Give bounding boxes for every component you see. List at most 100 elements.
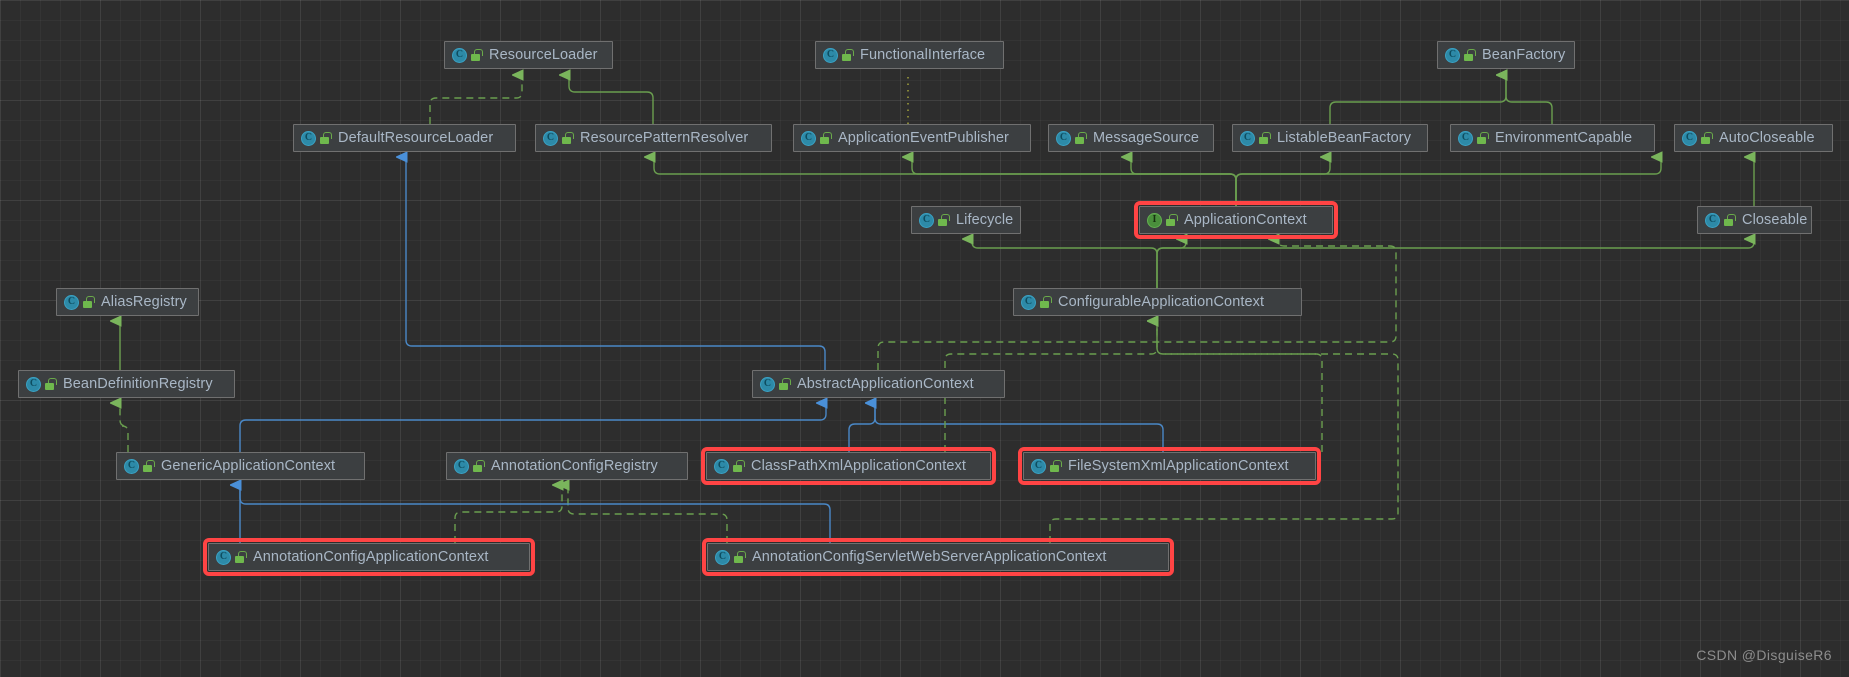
uml-diagram-canvas[interactable]: C ResourceLoader C FunctionalInterface C Bean…: [0, 0, 1849, 677]
watermark: CSDN @DisguiseR6: [1696, 647, 1832, 663]
edge-defaultResourceLoader-to-resourceLoader: [429, 75, 522, 124]
lock-icon: [733, 460, 745, 472]
class-node-fileSystemXmlApplicationContext[interactable]: C FileSystemXmlApplicationContext: [1018, 447, 1321, 485]
lock-icon: [473, 460, 485, 472]
class-icon: C: [1445, 47, 1460, 63]
lock-icon: [779, 378, 791, 390]
edge-fileSystemXmlApplicationContext-to-configurableApplicationContext: [1157, 321, 1323, 452]
lock-icon: [320, 132, 332, 144]
class-icon: C: [1031, 458, 1046, 474]
class-node-label: Closeable: [1742, 212, 1808, 228]
class-icon: C: [1021, 294, 1036, 310]
edge-genericApplicationContext-to-abstractApplicationContext: [239, 403, 826, 452]
class-node-defaultResourceLoader[interactable]: C DefaultResourceLoader: [293, 124, 516, 152]
class-node-label: ResourcePatternResolver: [580, 130, 749, 146]
class-node-label: ApplicationContext: [1184, 212, 1307, 228]
class-node-closeable[interactable]: C Closeable: [1697, 206, 1812, 234]
edge-annotationConfigServletWebServerApplicationContext-to-annotationConfigRegistry: [568, 485, 728, 543]
edge-applicationContext-to-messageSource: [1131, 157, 1237, 206]
class-node-annotationConfigRegistry[interactable]: C AnnotationConfigRegistry: [446, 452, 688, 480]
interface-icon: I: [1147, 212, 1162, 228]
lock-icon: [45, 378, 57, 390]
class-node-applicationEventPublisher[interactable]: C ApplicationEventPublisher: [793, 124, 1031, 152]
class-node-annotationConfigServletWebServerApplicationContext[interactable]: C AnnotationConfigServletWebServerApplica…: [702, 538, 1174, 576]
edge-genericApplicationContext-to-beanDefinitionRegistry: [120, 403, 129, 452]
class-node-listableBeanFactory[interactable]: C ListableBeanFactory: [1232, 124, 1428, 152]
class-node-label: AnnotationConfigRegistry: [491, 458, 658, 474]
class-node-annotationConfigApplicationContext[interactable]: C AnnotationConfigApplicationContext: [203, 538, 535, 576]
class-node-autoCloseable[interactable]: C AutoCloseable: [1674, 124, 1833, 152]
class-node-label: ResourceLoader: [489, 47, 598, 63]
edge-classPathXmlApplicationContext-to-abstractApplicationContext: [848, 403, 875, 452]
class-node-resourceLoader[interactable]: C ResourceLoader: [444, 41, 613, 69]
class-node-label: GenericApplicationContext: [161, 458, 336, 474]
class-icon: C: [543, 130, 558, 146]
class-icon: C: [801, 130, 816, 146]
class-icon: C: [301, 130, 316, 146]
class-icon: C: [715, 549, 730, 565]
lock-icon: [83, 296, 95, 308]
class-node-label: AnnotationConfigServletWebServerApplicat…: [752, 549, 1107, 565]
class-node-beanDefinitionRegistry[interactable]: C BeanDefinitionRegistry: [18, 370, 235, 398]
lock-icon: [143, 460, 155, 472]
edge-fileSystemXmlApplicationContext-to-abstractApplicationContext: [875, 403, 1164, 452]
edge-applicationContext-to-environmentCapable: [1235, 157, 1661, 206]
class-node-environmentCapable[interactable]: C EnvironmentCapable: [1450, 124, 1655, 152]
class-node-messageSource[interactable]: C MessageSource: [1048, 124, 1214, 152]
class-node-aliasRegistry[interactable]: C AliasRegistry: [56, 288, 199, 316]
edge-resourcePatternResolver-to-resourceLoader: [569, 75, 654, 124]
class-icon: C: [454, 458, 469, 474]
lock-icon: [820, 132, 832, 144]
edge-applicationContext-to-resourcePatternResolver: [654, 157, 1237, 206]
edge-abstractApplicationContext-to-defaultResourceLoader: [406, 157, 826, 370]
class-node-label: AbstractApplicationContext: [797, 376, 974, 392]
class-icon: C: [714, 458, 729, 474]
lock-icon: [1075, 132, 1087, 144]
lock-icon: [842, 49, 854, 61]
lock-icon: [1259, 132, 1271, 144]
lock-icon: [1040, 296, 1052, 308]
lock-icon: [1477, 132, 1489, 144]
class-node-abstractApplicationContext[interactable]: C AbstractApplicationContext: [752, 370, 1005, 398]
lock-icon: [1724, 214, 1736, 226]
class-icon: C: [760, 376, 775, 392]
edge-configurableApplicationContext-to-applicationContext: [1156, 239, 1186, 288]
class-node-label: AliasRegistry: [101, 294, 187, 310]
lock-icon: [1050, 460, 1062, 472]
class-node-resourcePatternResolver[interactable]: C ResourcePatternResolver: [535, 124, 772, 152]
class-icon: C: [919, 212, 934, 228]
class-icon: C: [823, 47, 838, 63]
class-icon: C: [216, 549, 231, 565]
class-icon: C: [124, 458, 139, 474]
class-node-label: AutoCloseable: [1719, 130, 1815, 146]
class-icon: C: [64, 294, 79, 310]
edge-configurableApplicationContext-to-closeable: [1156, 239, 1754, 288]
class-node-genericApplicationContext[interactable]: C GenericApplicationContext: [116, 452, 365, 480]
class-icon: C: [1458, 130, 1473, 146]
class-node-label: ListableBeanFactory: [1277, 130, 1412, 146]
class-node-label: ConfigurableApplicationContext: [1058, 294, 1265, 310]
class-node-label: BeanFactory: [1482, 47, 1566, 63]
lock-icon: [562, 132, 574, 144]
edge-annotationConfigApplicationContext-to-annotationConfigRegistry: [454, 485, 562, 543]
class-node-functionalInterface[interactable]: C FunctionalInterface: [815, 41, 1004, 69]
lock-icon: [938, 214, 950, 226]
edge-annotationConfigServletWebServerApplicationContext-to-abstractApplicationContext: [240, 485, 831, 543]
edge-applicationContext-to-listableBeanFactory: [1235, 157, 1330, 206]
class-node-lifecycle[interactable]: C Lifecycle: [911, 206, 1021, 234]
class-node-configurableApplicationContext[interactable]: C ConfigurableApplicationContext: [1013, 288, 1302, 316]
class-node-applicationContext[interactable]: I ApplicationContext: [1134, 201, 1338, 239]
class-icon: C: [452, 47, 467, 63]
edge-layer: [0, 0, 1849, 543]
edge-annotationConfigServletWebServerApplicationContext-to-configurableApplicationContext: [1049, 321, 1399, 543]
class-node-label: Lifecycle: [956, 212, 1014, 228]
class-icon: C: [26, 376, 41, 392]
edge-configurableApplicationContext-to-lifecycle: [972, 239, 1158, 288]
class-node-classPathXmlApplicationContext[interactable]: C ClassPathXmlApplicationContext: [701, 447, 996, 485]
class-node-label: DefaultResourceLoader: [338, 130, 494, 146]
class-node-label: ClassPathXmlApplicationContext: [751, 458, 966, 474]
class-node-beanFactory[interactable]: C BeanFactory: [1437, 41, 1575, 69]
class-node-label: ApplicationEventPublisher: [838, 130, 1009, 146]
class-node-label: FunctionalInterface: [860, 47, 986, 63]
lock-icon: [471, 49, 483, 61]
